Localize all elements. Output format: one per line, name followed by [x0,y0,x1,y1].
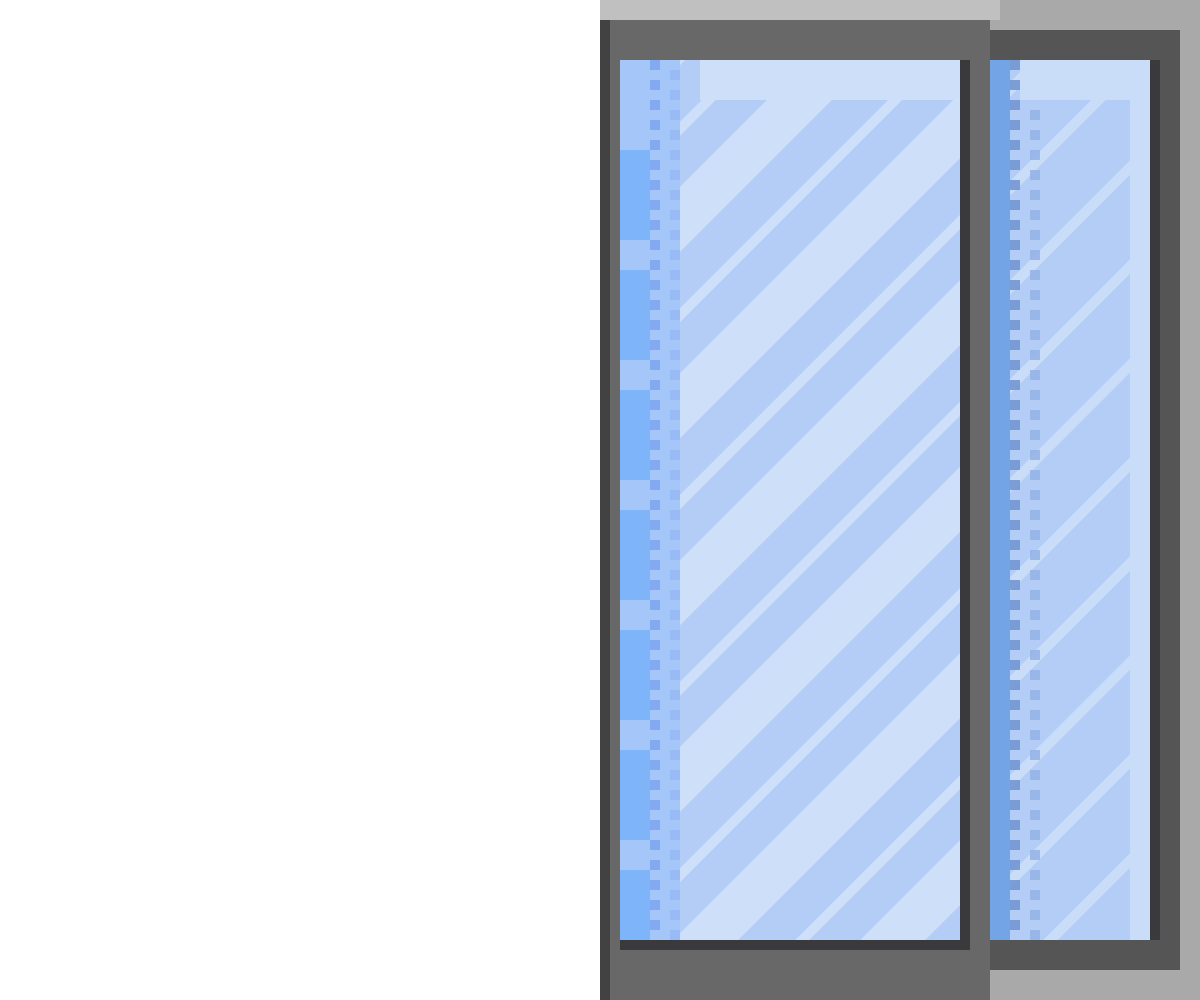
blank-wall [0,0,600,1000]
back-door-glass-side-highlight [1130,60,1150,940]
game-scene [0,0,1200,1000]
front-door-glass-highlight [700,60,960,100]
front-door-glass-shadow-bottom [620,940,970,950]
back-door-glass-shadow [1150,60,1160,940]
front-door-glass-shadow-right [960,60,970,950]
back-door-glass-dither [1010,60,1040,940]
front-door-top-rail [600,0,1000,20]
front-door-edge [600,20,610,1000]
front-door-glass-dither [650,60,700,940]
